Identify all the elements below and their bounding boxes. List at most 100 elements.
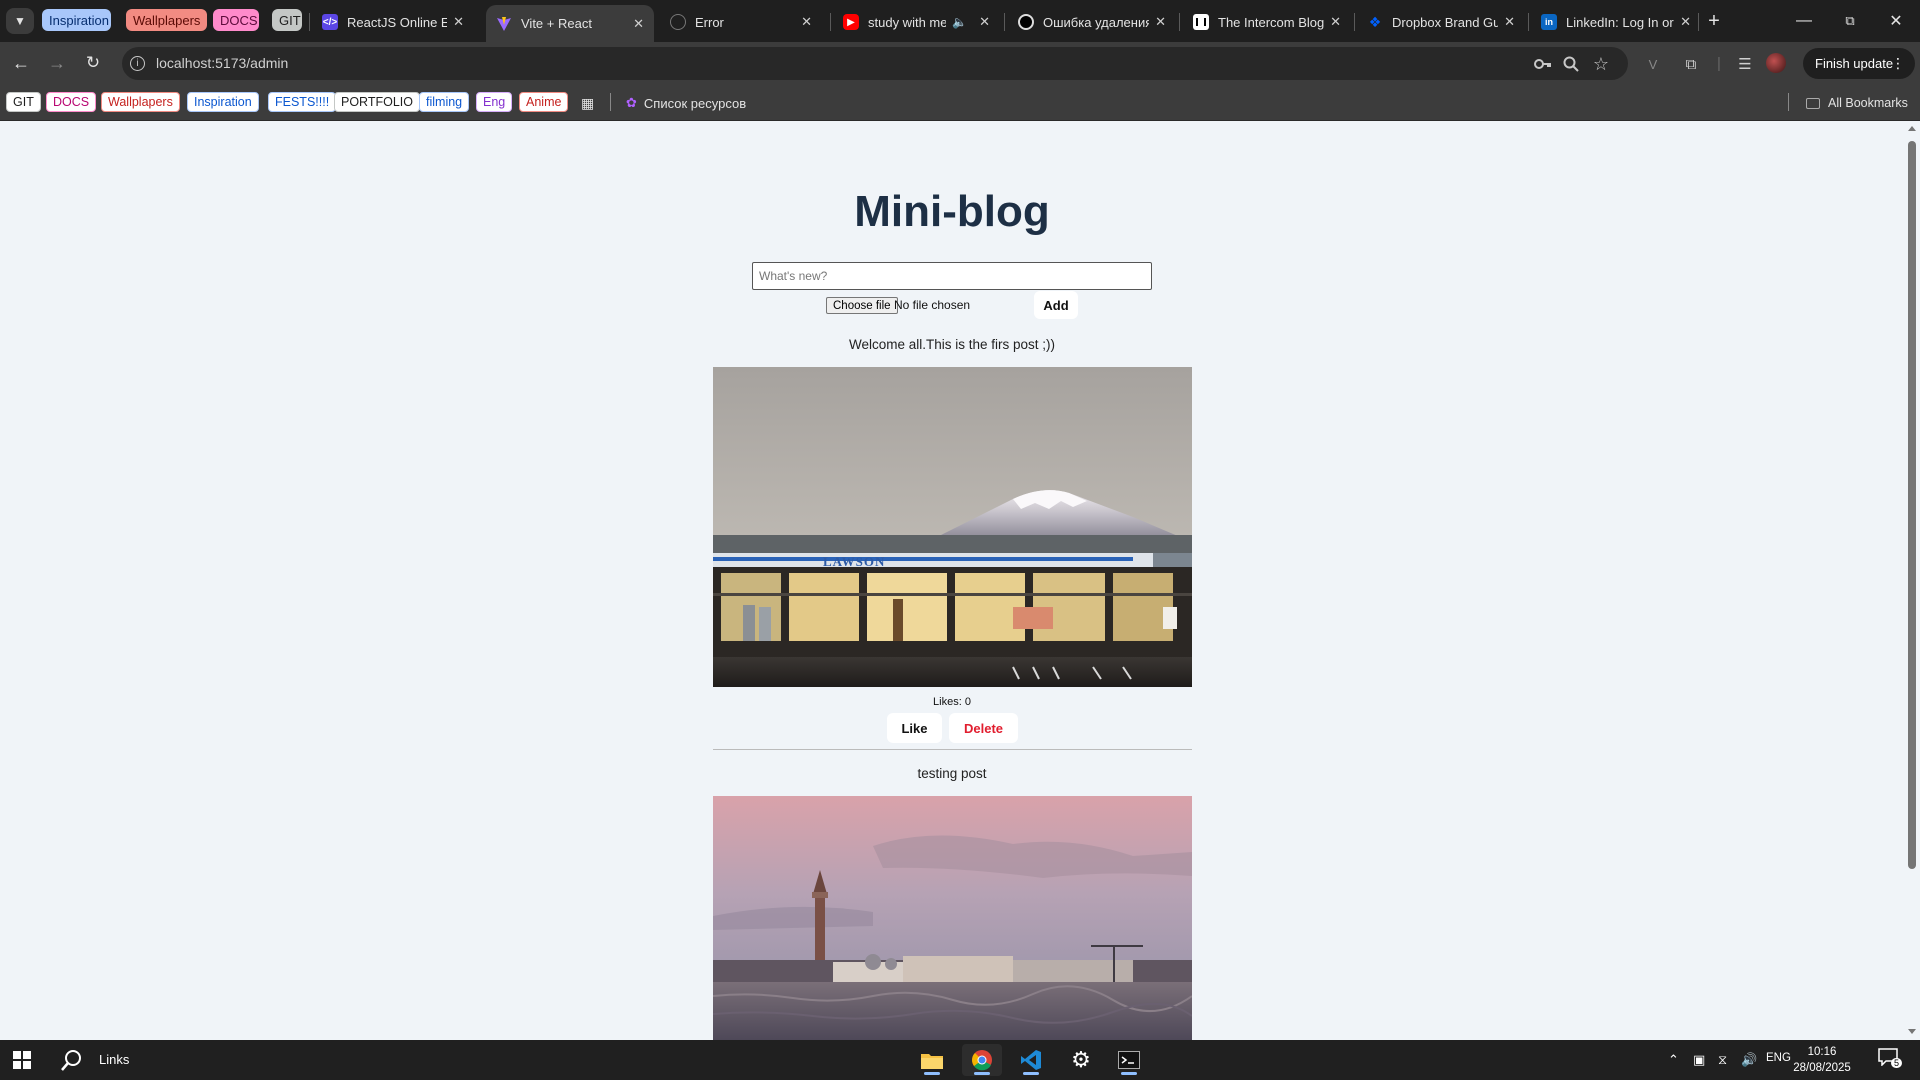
file-status-text: No file chosen — [894, 298, 971, 312]
volume-icon[interactable]: 🔊 — [1741, 1052, 1757, 1068]
close-icon[interactable]: ✕ — [1504, 14, 1515, 30]
bookmark-label: GIT — [13, 95, 34, 109]
like-button[interactable]: Like — [887, 713, 942, 743]
tab-linkedin[interactable]: in LinkedIn: Log In or ✕ — [1531, 5, 1701, 39]
close-icon[interactable]: ✕ — [1680, 14, 1691, 30]
close-icon[interactable]: ✕ — [1155, 14, 1166, 30]
toolbar-separator: | — [1717, 54, 1721, 72]
tab-title: Vite + React — [521, 16, 592, 31]
tray-device-icon[interactable]: ▣ — [1693, 1052, 1705, 1068]
bookmark-folder-eng[interactable]: Eng — [476, 92, 513, 112]
bookmark-folder-anime[interactable]: Anime — [519, 92, 569, 112]
scroll-down-arrow-icon[interactable] — [1908, 1029, 1916, 1034]
close-icon[interactable]: ✕ — [979, 14, 990, 30]
add-post-button[interactable]: Add — [1034, 291, 1078, 319]
speaker-icon[interactable]: 🔈 — [952, 15, 967, 29]
terminal-icon[interactable] — [1109, 1044, 1149, 1076]
tab-group-label: DOCS — [220, 12, 258, 28]
tab-group-inspiration[interactable]: Inspiration — [42, 9, 111, 31]
tray-chevron-up-icon[interactable]: ⌃ — [1668, 1052, 1679, 1068]
tab-title: Error — [695, 14, 724, 30]
tab-search-chevron-icon[interactable]: ▼ — [6, 8, 34, 34]
tab-dropbox-brand[interactable]: ❖ Dropbox Brand Gu ✕ — [1357, 5, 1525, 39]
tab-group-wallplapers[interactable]: Wallplapers — [126, 9, 207, 31]
tab-separator — [1004, 13, 1005, 31]
tab-github-error[interactable]: Ошибка удаления ✕ — [1008, 5, 1176, 39]
language-indicator[interactable]: ENG — [1766, 1052, 1791, 1064]
close-window-icon[interactable]: ✕ — [1876, 8, 1916, 34]
tab-title: Dropbox Brand Gu — [1392, 14, 1499, 30]
bookmark-folder-git[interactable]: GIT — [6, 92, 41, 112]
zoom-icon[interactable] — [1562, 55, 1580, 73]
bookmark-folder-docs[interactable]: DOCS — [46, 92, 97, 112]
extension-v-icon[interactable]: V — [1642, 53, 1664, 75]
intercom-icon — [1193, 14, 1209, 30]
close-icon[interactable]: ✕ — [453, 14, 464, 30]
wifi-icon[interactable]: ⧖ — [1718, 1052, 1727, 1068]
page-scrollbar[interactable] — [1904, 121, 1920, 1040]
post-image-illustration: LAWSON — [713, 367, 1192, 687]
windows-taskbar: Links ⚙ ⌃ ▣ ⧖ 🔊 ENG 10:16 28/08/2025 5 — [0, 1040, 1920, 1080]
close-icon[interactable]: ✕ — [801, 14, 812, 30]
key-icon[interactable] — [1534, 55, 1552, 73]
tab-title: LinkedIn: Log In or — [1566, 14, 1674, 30]
back-icon[interactable]: ← — [6, 49, 36, 77]
restore-icon[interactable]: ⧉ — [1830, 8, 1870, 34]
settings-gear-icon[interactable]: ⚙ — [1061, 1044, 1101, 1076]
taskbar-search-label[interactable]: Links — [99, 1052, 129, 1067]
reload-icon[interactable]: ↻ — [78, 49, 108, 77]
folder-icon — [1806, 97, 1820, 109]
windows-start-icon[interactable] — [2, 1044, 42, 1076]
finish-update-button[interactable]: Finish update ⋮ — [1803, 48, 1915, 79]
bookmark-folder-inspiration[interactable]: Inspiration — [187, 92, 259, 112]
tab-vite-react[interactable]: Vite + React ✕ — [486, 5, 654, 42]
file-explorer-icon[interactable] — [912, 1044, 952, 1076]
bookmark-folder-wallplapers[interactable]: Wallplapers — [101, 92, 180, 112]
post-text: testing post — [917, 766, 987, 781]
tab-study-with-me[interactable]: ▶ study with me l 🔈 ✕ — [833, 5, 1000, 39]
tab-group-git[interactable]: GIT — [272, 9, 302, 31]
delete-button[interactable]: Delete — [949, 713, 1018, 743]
bookmark-folder-fests[interactable]: FESTS!!!! — [268, 92, 337, 112]
search-icon[interactable] — [52, 1044, 92, 1076]
minimize-icon[interactable]: — — [1784, 8, 1824, 34]
star-icon[interactable]: ☆ — [1592, 54, 1610, 74]
close-icon[interactable]: ✕ — [633, 16, 644, 32]
linkedin-icon: in — [1541, 14, 1557, 30]
scrollbar-thumb[interactable] — [1908, 141, 1916, 869]
system-clock[interactable]: 10:16 28/08/2025 — [1790, 1044, 1854, 1076]
address-bar[interactable]: i localhost:5173/admin ☆ — [122, 47, 1628, 80]
all-bookmarks[interactable]: All Bookmarks — [1806, 94, 1908, 112]
vscode-icon[interactable] — [1011, 1044, 1051, 1076]
tab-group-label: Inspiration — [49, 12, 109, 28]
bookmark-resource-list[interactable]: ✿ Список ресурсов — [626, 94, 746, 112]
scroll-up-arrow-icon[interactable] — [1908, 126, 1916, 131]
bookmarks-bar: GIT DOCS Wallplapers Inspiration FESTS!!… — [0, 84, 1920, 121]
forward-icon[interactable]: → — [42, 49, 72, 77]
tab-group-docs[interactable]: DOCS — [213, 9, 259, 31]
new-post-input[interactable] — [752, 262, 1152, 290]
more-options-icon[interactable]: ⋮ — [1891, 55, 1905, 72]
choose-file-button[interactable]: Choose file — [826, 297, 898, 314]
extensions-puzzle-icon[interactable]: ⧉ — [1680, 53, 1702, 75]
new-tab-icon[interactable]: + — [1694, 8, 1734, 34]
bookmark-separator — [1788, 93, 1789, 111]
notifications-icon[interactable]: 5 — [1878, 1048, 1903, 1070]
tab-reactjs-editor[interactable]: </> ReactJS Online Edit ✕ — [312, 5, 474, 39]
bookmark-folder-filming[interactable]: filming — [419, 92, 470, 112]
url-text[interactable]: localhost:5173/admin — [156, 55, 288, 71]
post-text: Welcome all.This is the firs post ;)) — [848, 337, 1056, 352]
bookmark-label: DOCS — [53, 95, 90, 109]
post-image-illustration — [713, 796, 1192, 1040]
clock-time: 10:16 — [1807, 1046, 1837, 1058]
media-queue-icon[interactable]: ☰ — [1734, 53, 1756, 75]
profile-avatar[interactable] — [1766, 53, 1786, 73]
tab-error[interactable]: Error ✕ — [660, 5, 822, 39]
close-icon[interactable]: ✕ — [1330, 14, 1341, 30]
chrome-icon[interactable] — [962, 1044, 1002, 1076]
bookmark-folder-portfolio[interactable]: PORTFOLIO — [334, 92, 421, 112]
tab-intercom-blog[interactable]: The Intercom Blog ✕ — [1183, 5, 1351, 39]
apps-grid-icon[interactable]: ▦ — [581, 94, 594, 112]
likes-count: Likes: 0 — [933, 696, 971, 708]
site-info-icon[interactable]: i — [130, 56, 145, 71]
